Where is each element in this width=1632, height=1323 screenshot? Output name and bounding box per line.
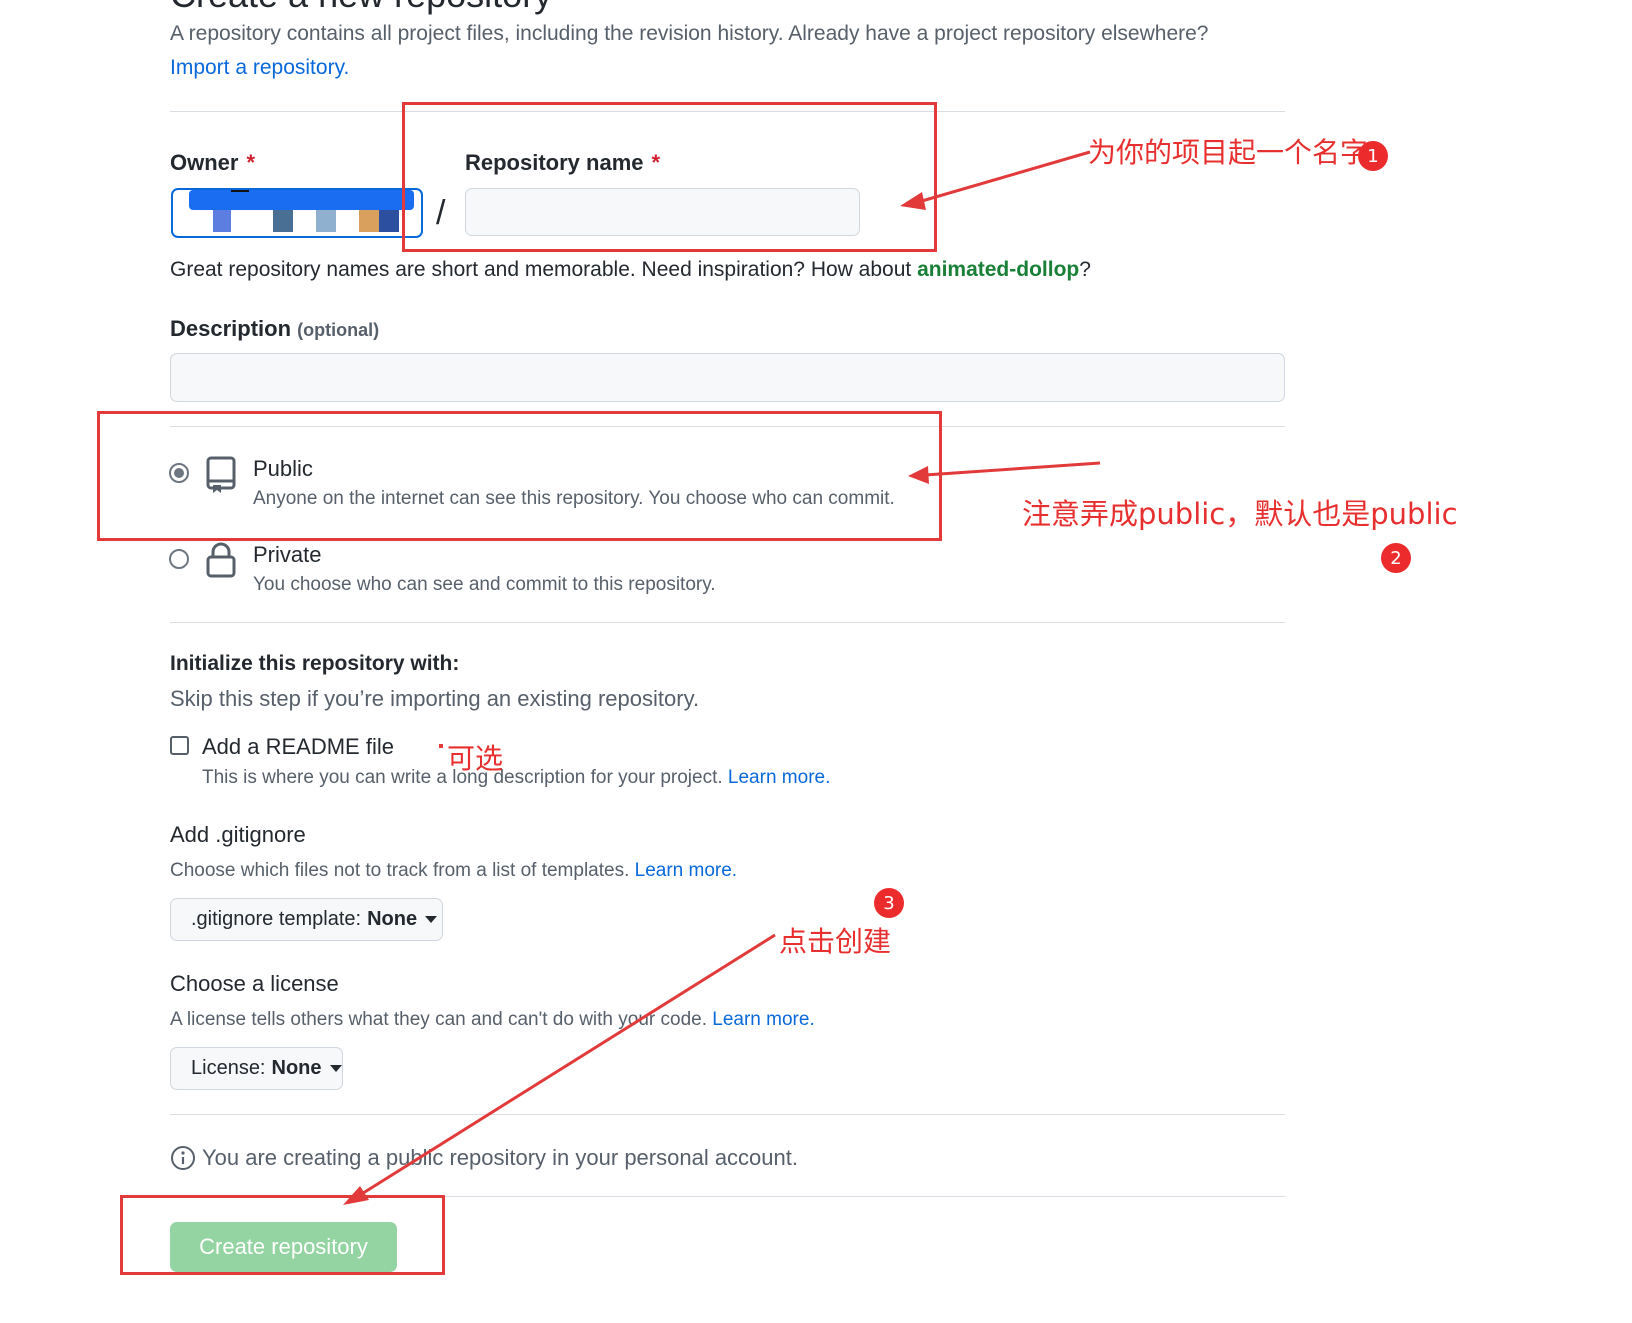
annotation-number-1: 1 (1358, 141, 1388, 171)
annotation-arrows (343, 150, 1101, 1205)
annotation-number-2: 2 (1381, 543, 1411, 573)
annotation-click-create: 点击创建 (779, 925, 892, 958)
annotation-number-3: 3 (874, 888, 904, 918)
annotation-dot (439, 744, 443, 748)
annotation-public-note: 注意弄成public，默认也是public (1022, 497, 1458, 531)
annotation-optional: 可选 (447, 742, 504, 775)
annotation-name-project: 为你的项目起一个名字 (1088, 136, 1369, 169)
